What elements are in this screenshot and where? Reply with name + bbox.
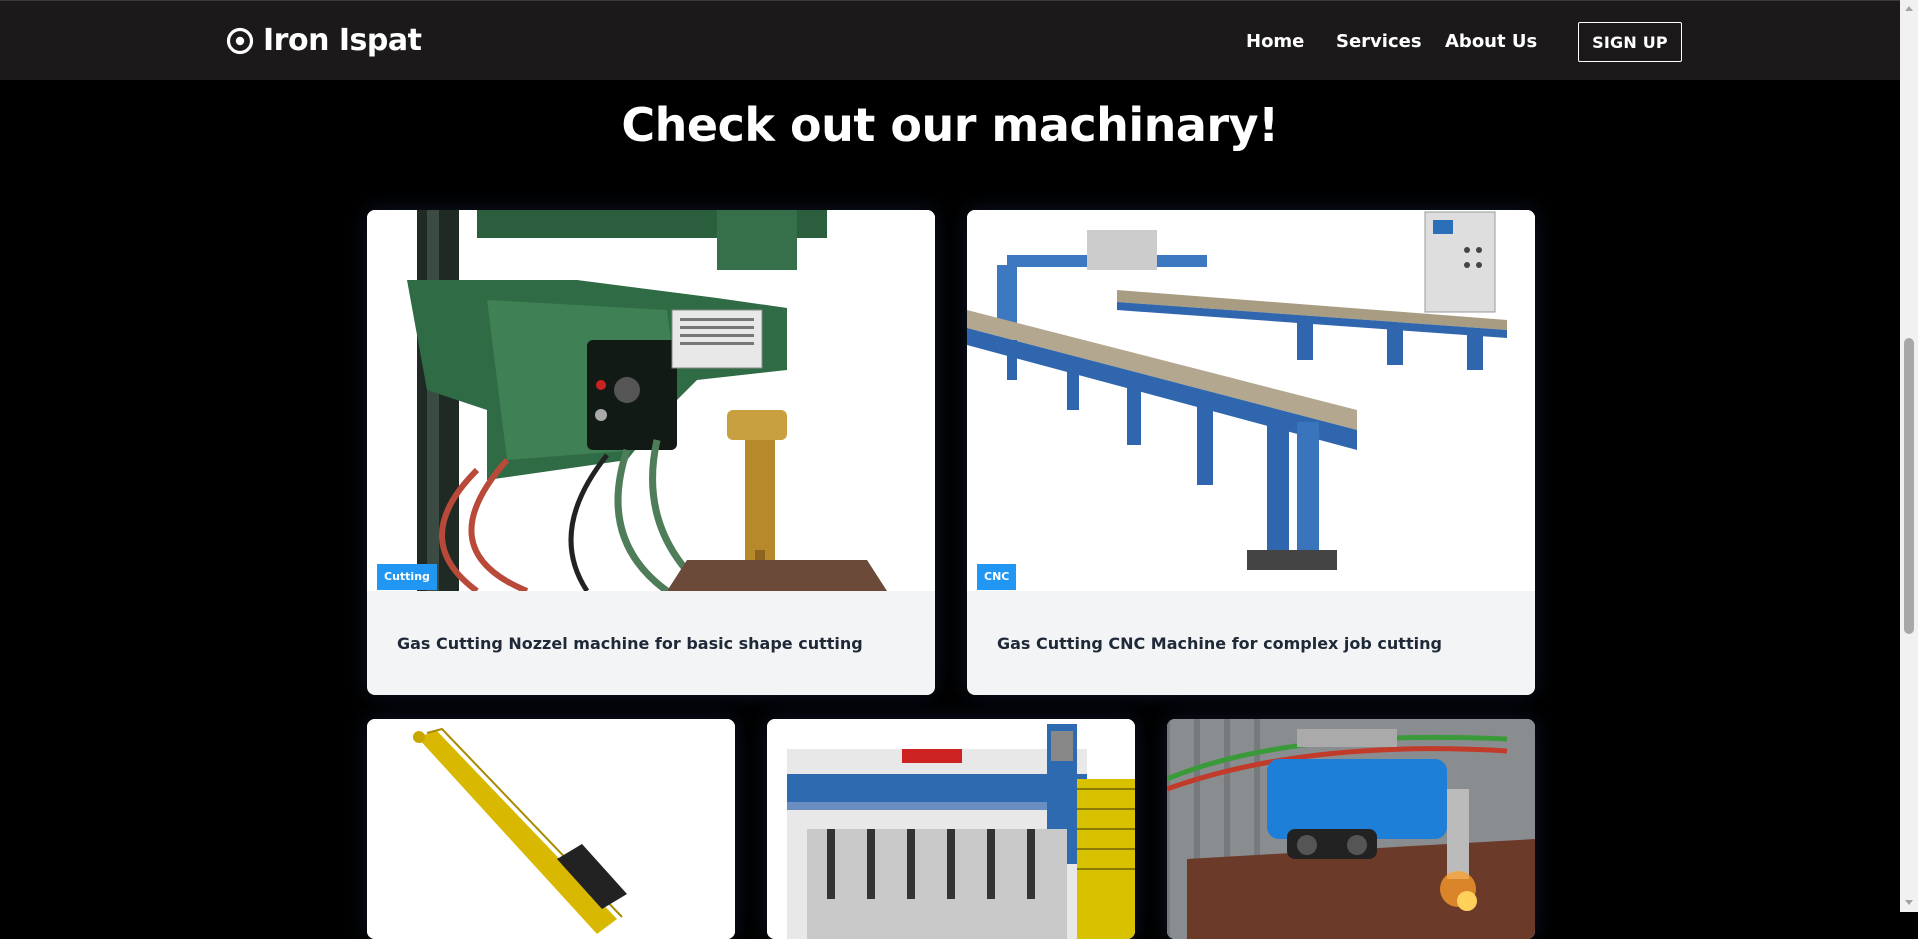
machine-image (367, 719, 735, 939)
nav-services-link[interactable]: Services (1336, 31, 1422, 52)
machine-image (767, 719, 1135, 939)
machine-card[interactable] (1167, 719, 1535, 939)
navbar: Iron Ispat Home Services About Us SIGN U… (0, 0, 1900, 80)
machine-image (1167, 719, 1535, 939)
machine-card[interactable]: CNC Gas Cutting CNC Machine for complex … (967, 210, 1535, 695)
machine-card[interactable] (767, 719, 1135, 939)
card-title[interactable]: Gas Cutting CNC Machine for complex job … (997, 634, 1442, 653)
nav-home-link[interactable]: Home (1246, 31, 1304, 52)
section-heading: Check out our machinary! (621, 98, 1279, 152)
brand-name: Iron Ispat (263, 23, 422, 58)
brand-logo[interactable]: Iron Ispat (226, 23, 422, 58)
machine-card[interactable]: Cutting Gas Cutting Nozzel machine for b… (367, 210, 935, 695)
machine-image (367, 210, 935, 591)
card-title[interactable]: Gas Cutting Nozzel machine for basic sha… (397, 634, 863, 653)
nav-about-link[interactable]: About Us (1445, 31, 1537, 52)
machine-card[interactable] (367, 719, 735, 939)
category-badge: Cutting (377, 564, 437, 590)
scroll-up-icon[interactable] (1905, 6, 1913, 11)
page-scrollbar[interactable] (1900, 0, 1918, 912)
scroll-thumb[interactable] (1904, 338, 1914, 634)
scroll-down-icon[interactable] (1905, 900, 1913, 905)
target-icon (226, 27, 254, 54)
signup-button[interactable]: SIGN UP (1578, 22, 1682, 62)
machine-image (967, 210, 1535, 591)
category-badge: CNC (977, 564, 1017, 590)
